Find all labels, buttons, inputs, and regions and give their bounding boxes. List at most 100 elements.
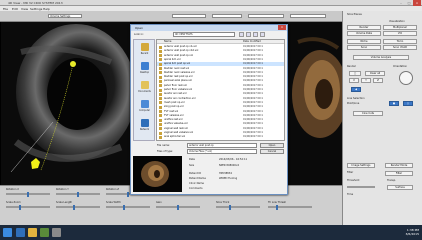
slider-track[interactable]: [216, 206, 260, 208]
slider-label: Scale Length: [56, 201, 73, 204]
volume-file-icon: [159, 45, 162, 49]
slider-knob[interactable]: [228, 204, 231, 210]
slider-knob[interactable]: [18, 204, 21, 210]
recent-places-icon: [141, 43, 149, 51]
place-documents[interactable]: Documents: [136, 80, 153, 96]
file-explorer-icon[interactable]: [28, 228, 37, 237]
ie-icon[interactable]: [16, 228, 25, 237]
cine-cuts-button[interactable]: Cine Cuts: [353, 111, 383, 116]
slider-knob[interactable]: [122, 204, 125, 210]
image-settings-button[interactable]: Image Settings: [347, 163, 375, 168]
tomo-button[interactable]: Tomo: [383, 39, 417, 44]
render-mode-select[interactable]: Render Mode: [385, 163, 413, 168]
volume-file-icon: [159, 92, 162, 96]
up-folder-icon[interactable]: [246, 32, 251, 37]
volume-data-button[interactable]: Volume Data: [347, 31, 381, 36]
slider-track[interactable]: [106, 206, 150, 208]
ultrasound-image-left: [1, 22, 130, 185]
clear-all-button[interactable]: Clear all: [365, 71, 385, 76]
slider-track[interactable]: [56, 206, 100, 208]
look-in-select[interactable]: 4D VIEW FILES: [173, 32, 235, 37]
time-label: Time: [347, 193, 354, 196]
start-windows-icon[interactable]: [3, 228, 12, 237]
slider-scale-length[interactable]: Scale Length: [56, 201, 100, 211]
slider-knob[interactable]: [72, 204, 75, 210]
axis-z-button[interactable]: Z: [373, 78, 383, 83]
slider-scale-width[interactable]: Scale Width: [106, 201, 150, 211]
volume-analysis-button[interactable]: Volume Analysis: [353, 55, 409, 60]
vci-button[interactable]: VCI: [383, 31, 417, 36]
filter-button[interactable]: Filter: [385, 171, 413, 176]
slider-label: Rotation Z: [106, 188, 119, 191]
render-view-right[interactable]: [288, 22, 342, 185]
computer-icon: [141, 100, 149, 108]
slider-label: Gain: [156, 201, 162, 204]
niche-button[interactable]: Niche: [347, 39, 381, 44]
render-view-button[interactable]: ▢: [349, 71, 361, 76]
close-icon[interactable]: ×: [278, 25, 286, 30]
back-icon[interactable]: [239, 32, 244, 37]
open-button[interactable]: Open: [260, 143, 284, 148]
slider-label: Scale Width: [106, 201, 121, 204]
place-recent[interactable]: Recent: [136, 42, 153, 58]
ultrasound-view-left[interactable]: [1, 22, 130, 185]
toolbar-field-5[interactable]: [290, 14, 326, 18]
slider-knob[interactable]: [27, 191, 29, 197]
place-label: Computer: [139, 109, 150, 112]
line-selection-label: Line Selection: [347, 97, 365, 100]
place-label: Network: [139, 128, 150, 131]
reset-orientation-button[interactable]: ◀: [351, 87, 361, 92]
sono-vcad-button[interactable]: Sono VCAD: [383, 45, 417, 50]
file-name-input[interactable]: anterior wall post op: [187, 143, 257, 148]
slider-rotation-y[interactable]: Rotation Y: [56, 188, 100, 198]
file-type-select[interactable]: Volume Files (*.vol): [187, 149, 257, 154]
slider-rotation-x[interactable]: Rotation X: [6, 188, 50, 198]
slider-track[interactable]: [268, 206, 312, 208]
slider-knob[interactable]: [77, 191, 79, 197]
volume-file-icon: [159, 131, 162, 135]
toolbar-field-1[interactable]: Volume Settings: [48, 14, 82, 18]
toolbar-field-3[interactable]: [212, 14, 242, 18]
slider-slice-thick[interactable]: Slice Thick: [216, 201, 260, 211]
windows-taskbar: 1:38 PM 3/6/2015: [0, 225, 422, 240]
new-folder-icon[interactable]: [253, 32, 258, 37]
place-label: Desktop: [139, 71, 150, 74]
file-row[interactable]: anal sphincter.vol 01/06/2017 09:1: [157, 135, 284, 139]
file-list[interactable]: Name Date modified anterior wall post op…: [156, 39, 285, 141]
column-date[interactable]: Date modified: [243, 40, 261, 43]
slider-track[interactable]: [6, 206, 50, 208]
threshold-slider[interactable]: [347, 186, 375, 188]
slider-knob[interactable]: [177, 204, 179, 210]
volume-toolbar: Volume Settings: [0, 11, 342, 22]
toolbar-field-2[interactable]: [172, 14, 206, 18]
place-computer[interactable]: Computer: [136, 99, 153, 115]
4dview-app-icon[interactable]: [52, 228, 61, 237]
multiplanar-button[interactable]: Multiplanar: [383, 25, 417, 30]
line-toggle-on[interactable]: ●: [389, 101, 399, 106]
app-icon[interactable]: [40, 228, 49, 237]
slider-scale-zoom[interactable]: Scale Zoom: [6, 201, 50, 211]
axis-y-button[interactable]: Y: [361, 78, 371, 83]
cancel-button[interactable]: Cancel: [260, 149, 284, 154]
line-toggle-off[interactable]: ○: [403, 101, 413, 106]
volume-file-icon: [159, 84, 162, 88]
slider-knob[interactable]: [276, 204, 279, 210]
render-mode-button[interactable]: Render: [347, 25, 381, 30]
taskbar-clock[interactable]: 1:38 PM 3/6/2015: [406, 228, 419, 236]
toolbar-field-4[interactable]: [248, 14, 284, 18]
column-name[interactable]: Name: [164, 40, 171, 43]
place-label: Documents: [138, 90, 151, 93]
view-menu-icon[interactable]: [260, 32, 265, 37]
places-bar: Recent Desktop Documents Computer Networ…: [133, 39, 155, 141]
orientation-wheel[interactable]: [399, 71, 413, 85]
slider-knob[interactable]: [127, 191, 129, 197]
axis-x-button[interactable]: X: [349, 78, 359, 83]
place-network[interactable]: Network: [136, 118, 153, 134]
place-desktop[interactable]: Desktop: [136, 61, 153, 77]
sono-button[interactable]: Sono: [347, 45, 381, 50]
slider-gain[interactable]: Gain: [156, 201, 200, 211]
open-file-dialog: Open × Look in: 4D VIEW FILES Recent Des…: [130, 24, 288, 195]
slider-threshold-low[interactable]: Th Low Thresh: [268, 201, 312, 211]
surface-button[interactable]: Surface: [387, 185, 413, 190]
info-patient-id-value: HP038834: [219, 172, 232, 175]
